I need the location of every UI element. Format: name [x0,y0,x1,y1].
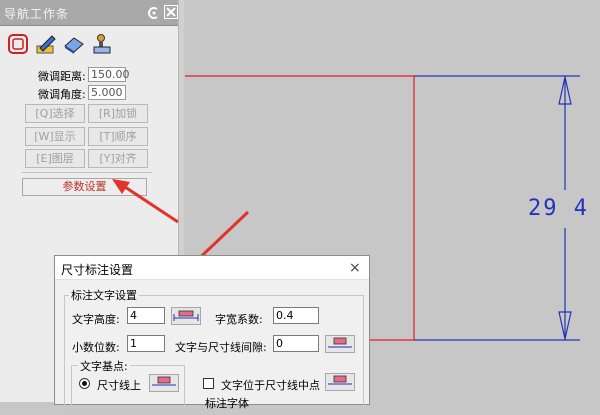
text-height-pick-button[interactable] [171,307,201,325]
nav-title: 导航工作条 [4,7,70,21]
decimals-label: 小数位数: [72,341,120,354]
basepoint-preview [149,374,179,392]
edit-pencil-icon [36,35,56,54]
eraser-icon [64,37,84,54]
stamp-icon [93,34,111,54]
close-icon [166,7,176,17]
lock-button[interactable]: [R]加锁 [88,104,148,123]
gap-pick-icon [328,337,352,348]
text-at-midpoint-label: 文字位于尺寸线中点 [221,379,320,392]
gap-input[interactable]: 0 [273,335,319,352]
order-button[interactable]: [T]顺序 [88,127,148,146]
dimension-pick-icon [173,310,199,321]
stamp-button[interactable] [90,32,114,56]
text-height-input[interactable]: 4 [127,307,165,324]
fine-angle-label: 微调角度: [38,88,86,101]
pin-icon[interactable] [148,7,160,19]
align-button[interactable]: [Y]对齐 [88,149,148,168]
select-button[interactable]: [Q]选择 [25,104,85,123]
fine-distance-input[interactable]: 150.00 [88,67,130,82]
width-factor-label: 字宽系数: [215,313,263,326]
frame-select-button[interactable] [6,32,30,56]
dialog-title: 尺寸标注设置 [61,263,134,277]
nav-titlebar: 导航工作条 [0,0,184,26]
text-at-midpoint-checkbox[interactable] [203,378,214,389]
fine-distance-row: 微调距离: 150.00 [38,67,168,83]
fine-angle-input[interactable]: 5.000 [88,85,126,100]
eraser-button[interactable] [62,32,86,56]
gap-pick-button[interactable] [325,335,355,353]
width-factor-input[interactable]: 0.4 [273,307,319,324]
basepoint-preview-icon [152,376,176,386]
radio-on-dimension-line-label: 尺寸线上 [97,379,141,392]
text-settings-legend: 标注文字设置 [69,287,139,303]
label-font-partial: 标注字体 [205,397,249,410]
frame-select-icon [8,34,28,54]
dialog-close-button[interactable]: × [349,261,361,275]
parameter-settings-button[interactable]: 参数设置 [22,178,147,196]
layer-button[interactable]: [E]图层 [25,149,85,168]
gap-label: 文字与尺寸线间隙: [175,341,267,354]
fine-distance-label: 微调距离: [38,70,86,83]
text-height-label: 文字高度: [72,313,120,326]
edit-button[interactable] [34,32,58,56]
show-button[interactable]: [W]显示 [25,127,85,146]
fine-angle-row: 微调角度: 5.000 [38,85,168,101]
dialog-titlebar: 尺寸标注设置 × [55,256,369,280]
dimension-value: 29 4 [528,196,589,221]
midpoint-preview-icon [328,375,352,385]
divider [22,172,152,173]
radio-on-dimension-line[interactable] [79,378,90,389]
midpoint-preview [325,373,355,391]
text-basepoint-legend: 文字基点: [78,358,130,374]
nav-close-button[interactable] [164,5,178,19]
dimension-settings-dialog: 尺寸标注设置 × 标注文字设置 文字高度: 4 字宽系数: 0.4 小数位数: … [54,255,370,415]
decimals-input[interactable]: 1 [127,335,165,352]
